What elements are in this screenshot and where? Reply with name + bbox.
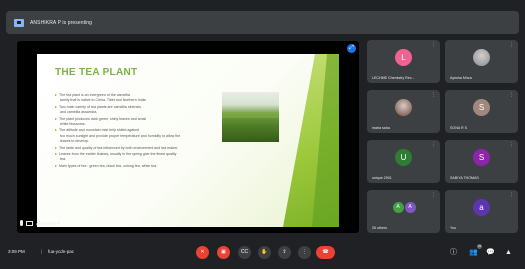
avatar: L [395,49,412,66]
participant-name: LECHME Chemistry Rec... [372,76,415,80]
bullet-icon: ▸ [55,144,58,150]
tile-more-icon[interactable]: ⋮ [509,142,514,148]
info-icon[interactable]: ⓘ [449,248,458,257]
tile-more-icon[interactable]: ⋮ [509,92,514,98]
bullet-icon: ▸ [55,92,58,97]
main-stage[interactable]: THE TEA PLANT ▸ The tea plant is an everg… [17,41,359,233]
slide-body: ▸ The tea plant is an evergreen of the ca… [55,92,225,169]
people-icon[interactable]: 👥 [469,248,478,257]
slide-line-text: Leaves from the earlier flushes, usually… [59,152,177,157]
tile-more-icon[interactable]: ⋮ [431,42,436,48]
avatar: A [392,202,404,213]
participant-tile[interactable]: S ⋮ SABIYA THOMAS [445,140,518,183]
presenting-banner: ANSHIKRA P is presenting [6,11,519,34]
tile-more-icon[interactable]: ⋮ [509,192,514,198]
expand-icon[interactable]: ⤢ [347,44,356,53]
mic-off-button[interactable]: ✕ [196,246,209,259]
slide-title: THE TEA PLANT [55,67,138,78]
captions-button[interactable]: CC [238,246,251,259]
participant-name: SONA R S [450,126,467,130]
raise-hand-button[interactable]: ✋ [258,246,271,259]
tile-more-icon[interactable]: ⋮ [509,42,514,48]
slide-line-text: white blossoms. [60,122,86,127]
participant-tile[interactable]: A A ⋮ 26 others [367,190,440,233]
slide-line-text: The plant produces dark green, shiny lea… [59,116,147,121]
bullet-icon: ▸ [55,127,58,133]
avatar: S [473,99,490,116]
camera-off-button[interactable]: ▣ [217,246,230,259]
participant-tile[interactable]: a ⋮ You [445,190,518,233]
bottom-bar: 3:09 PM | fua-ycdn-pac ✕ ▣ CC ✋ ⇪ ⋮ ☎ ⓘ … [0,241,525,269]
participant-name: Ayesha Mirza [450,76,472,80]
present-screen-icon [14,18,24,27]
participant-tile[interactable]: ⋮ maria saha [367,90,440,133]
meeting-code: fua-ycdn-pac [48,249,75,254]
shared-slide: THE TEA PLANT ▸ The tea plant is an everg… [37,54,339,227]
participant-photo [395,99,412,116]
slide-line-text: Two main variety of tea plants are camel… [59,104,141,109]
present-button[interactable]: ⇪ [278,246,291,259]
slide-line-text: family that is native to China, Tibet an… [60,98,147,103]
bullet-icon: ▸ [55,103,58,109]
bullet-icon: ▸ [55,115,58,121]
screen-share-icon [26,220,33,226]
participant-name: 26 others [372,226,387,230]
tile-more-icon[interactable]: ⋮ [431,92,436,98]
bullet-icon: ▸ [55,151,58,157]
slide-line-text: too much sunlight and provide proper tem… [60,133,181,138]
participant-name: unique 2901 [372,176,392,180]
separator: | [41,249,43,254]
tea-garden-photo [222,92,279,142]
slide-line: ▸ Main types of tea : green tea, black te… [55,163,225,169]
chat-icon[interactable]: 💬 [486,248,495,257]
slide-line-text: The taste and quality of tea influenced … [59,145,179,150]
presenter-name: ANSHIKRA P [36,220,61,226]
participant-count-badge: 31 [477,244,482,249]
avatar: U [395,149,412,166]
participant-photo [473,49,490,66]
participant-name: maria saha [372,126,390,130]
leave-call-button[interactable]: ☎ [316,246,335,259]
presenting-text: ANSHIKRA P is presenting [30,19,93,26]
participant-tile[interactable]: L ⋮ LECHME Chemistry Rec... [367,40,440,83]
participant-tile[interactable]: ⋮ Ayesha Mirza [445,40,518,83]
avatar: a [473,199,490,216]
participant-tile[interactable]: U ⋮ unique 2901 [367,140,440,183]
activities-icon[interactable]: ▲ [504,248,513,257]
tile-more-icon[interactable]: ⋮ [431,142,436,148]
avatar: A [404,202,416,213]
mic-icon [20,220,23,226]
more-options-button[interactable]: ⋮ [298,246,311,259]
bullet-icon: ▸ [55,162,58,168]
slide-line-text: tea. [60,157,66,162]
slide-line-text: Main types of tea : green tea, black tea… [59,163,158,168]
participant-name: SABIYA THOMAS [450,176,479,180]
slide-line-text: The altitude and mountain mist help shie… [59,128,139,133]
presenter-label: ANSHIKRA P [20,218,60,228]
slide-line-text: leaves to develop. [60,139,89,144]
avatar: S [473,149,490,166]
clock: 3:09 PM [8,249,25,254]
slide-line-text: and camellia assamica. [60,110,98,115]
participant-name: You [450,226,457,230]
tile-more-icon[interactable]: ⋮ [431,192,436,198]
participant-tile[interactable]: S ⋮ SONA R S [445,90,518,133]
slide-line-text: The tea plant is an evergreen of the cam… [59,93,130,97]
